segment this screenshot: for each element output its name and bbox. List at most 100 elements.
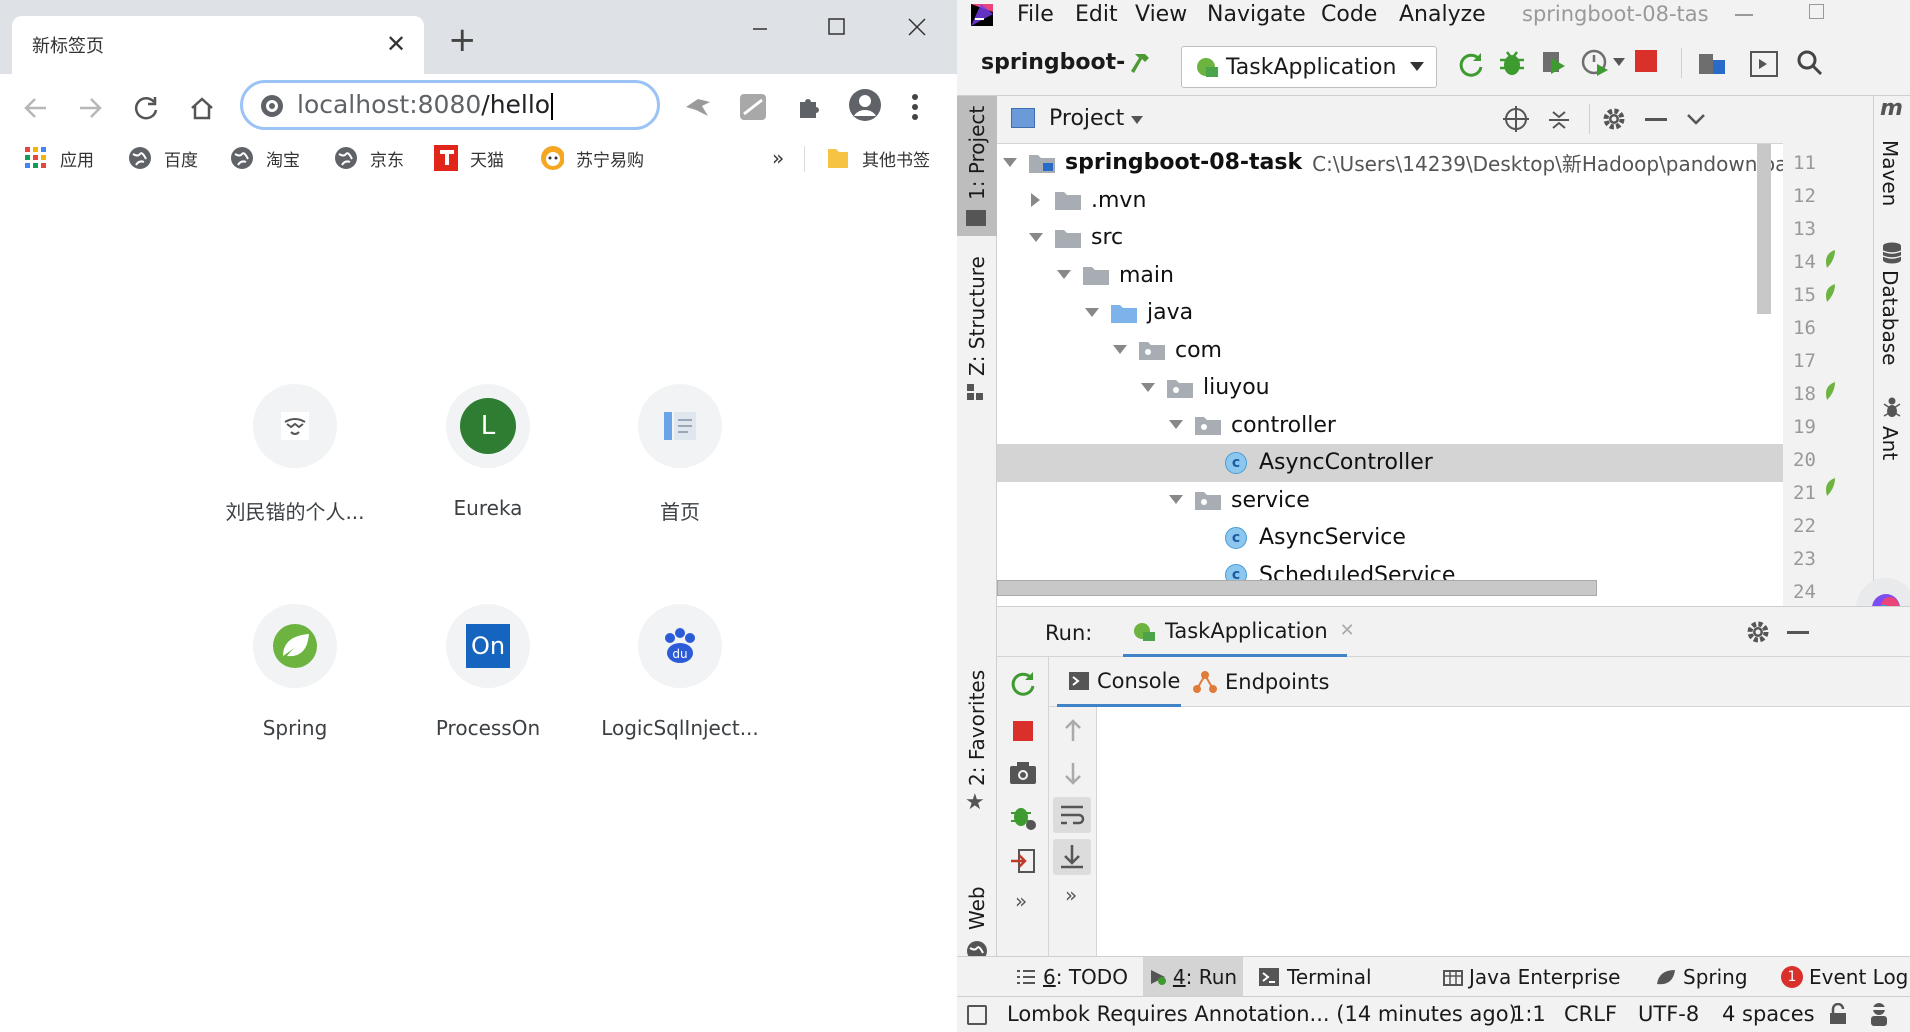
chevron-down-icon[interactable] [1131, 116, 1143, 124]
bookmark-baidu[interactable]: 百度 [128, 138, 198, 178]
minimize-icon[interactable] [745, 14, 775, 44]
tree-item-folder[interactable]: src [997, 219, 1783, 257]
close-tab-icon[interactable]: ✕ [386, 30, 406, 58]
shortcut-tile[interactable]: 首页 [585, 384, 775, 564]
scroll-to-end-icon[interactable] [1053, 839, 1091, 875]
arrow-down-icon[interactable] [1063, 761, 1083, 785]
browser-tab[interactable]: 新标签页 ✕ [12, 16, 424, 74]
tree-item-package[interactable]: com [997, 332, 1783, 370]
minimize-panel-icon[interactable] [1645, 118, 1667, 121]
menu-edit[interactable]: Edit [1075, 2, 1118, 27]
tree-item-package[interactable]: liuyou [997, 369, 1783, 407]
vertical-scrollbar[interactable] [1757, 144, 1771, 314]
minimize-panel-icon[interactable] [1787, 631, 1809, 634]
project-tool-tab[interactable]: 1: Project [957, 96, 997, 236]
spring-bean-gutter-icon[interactable] [1823, 478, 1835, 496]
stop-icon[interactable] [1013, 721, 1033, 741]
run-tab[interactable]: TaskApplication ✕ [1123, 607, 1355, 657]
site-info-icon[interactable] [259, 93, 285, 119]
menu-file[interactable]: File [1017, 2, 1054, 27]
database-tab[interactable]: Database [1878, 270, 1902, 365]
profile-run-icon[interactable] [1581, 48, 1611, 78]
search-icon[interactable] [1795, 48, 1825, 78]
spring-bean-gutter-icon[interactable] [1823, 284, 1835, 302]
tab-terminal[interactable]: Terminal [1259, 957, 1372, 997]
locate-icon[interactable] [1503, 106, 1529, 132]
status-message[interactable]: Lombok Requires Annotation... (14 minute… [1007, 1002, 1517, 1026]
tab-console[interactable]: Console [1057, 657, 1181, 707]
tree-item-class-selected[interactable]: c AsyncController [997, 444, 1783, 482]
minimize-icon[interactable] [1735, 14, 1753, 16]
tab-event-log[interactable]: 1 Event Log [1781, 957, 1908, 997]
home-icon[interactable] [184, 90, 220, 126]
inspector-icon[interactable] [1867, 1001, 1891, 1027]
bird-extension-icon[interactable] [683, 92, 713, 122]
rerun-icon[interactable] [1457, 50, 1485, 78]
bookmark-taobao[interactable]: 淘宝 [230, 138, 300, 178]
toggle-tool-windows-icon[interactable] [967, 1005, 987, 1025]
favorites-tool-tab[interactable]: 2: Favorites ★ [957, 670, 997, 815]
horizontal-scrollbar[interactable] [997, 580, 1597, 596]
more-bookmarks-icon[interactable]: » [772, 138, 784, 178]
menu-kebab-icon[interactable] [910, 92, 920, 122]
tree-item-class[interactable]: c AsyncService [997, 519, 1783, 557]
close-tab-icon[interactable]: ✕ [1340, 620, 1355, 641]
tree-item-package[interactable]: service [997, 482, 1783, 520]
menu-code[interactable]: Code [1321, 2, 1377, 27]
maximize-icon[interactable] [822, 12, 852, 42]
run-anything-icon[interactable] [1749, 50, 1779, 78]
shortcut-tile[interactable]: On ProcessOn [393, 604, 583, 784]
chevron-down-icon[interactable] [1687, 114, 1705, 126]
shortcut-tile[interactable]: du LogicSqlInject... [585, 604, 775, 784]
tab-spring[interactable]: Spring [1655, 957, 1748, 997]
back-icon[interactable] [18, 90, 54, 126]
gear-icon[interactable] [1745, 619, 1771, 645]
debug-settings-icon[interactable] [1009, 803, 1037, 831]
run-config-select[interactable]: TaskApplication [1181, 46, 1437, 88]
arrow-up-icon[interactable] [1063, 719, 1083, 743]
exit-icon[interactable] [1009, 847, 1037, 875]
other-bookmarks[interactable]: 其他书签 [826, 138, 930, 178]
caret-position[interactable]: 1:1 [1512, 1002, 1546, 1026]
spring-bean-gutter-icon[interactable] [1823, 382, 1835, 400]
tree-item-source-root[interactable]: java [997, 294, 1783, 332]
tree-item-folder[interactable]: .mvn [997, 182, 1783, 220]
project-structure-icon[interactable] [1697, 50, 1727, 78]
shortcut-tile[interactable]: Spring [200, 604, 390, 784]
file-encoding[interactable]: UTF-8 [1638, 1002, 1699, 1026]
bookmark-jd[interactable]: 京东 [334, 138, 404, 178]
rerun-icon[interactable] [1009, 669, 1037, 697]
line-separator[interactable]: CRLF [1564, 1002, 1617, 1026]
console-output[interactable] [1097, 707, 1910, 957]
soft-wrap-icon[interactable] [1053, 797, 1091, 833]
menu-analyze[interactable]: Analyze [1399, 2, 1486, 27]
bookmark-apps[interactable]: 应用 [24, 138, 94, 178]
menu-view[interactable]: View [1135, 2, 1187, 27]
build-hammer-icon[interactable] [1129, 48, 1159, 78]
chevron-down-icon[interactable] [1613, 58, 1625, 66]
tab-endpoints[interactable]: Endpoints [1193, 657, 1329, 707]
structure-tool-tab[interactable]: Z: Structure [957, 256, 997, 406]
tab-run[interactable]: 4: Run [1143, 957, 1243, 997]
spring-bean-gutter-icon[interactable] [1823, 250, 1835, 268]
bookmark-suning[interactable]: 苏宁易购 [540, 138, 644, 178]
gear-icon[interactable] [1601, 106, 1627, 132]
close-window-icon[interactable] [902, 12, 932, 42]
project-view-select[interactable]: Project [1049, 106, 1124, 131]
tab-java-enterprise[interactable]: Java Enterprise [1443, 957, 1620, 997]
debug-bug-icon[interactable] [1497, 48, 1527, 78]
coverage-icon[interactable] [1539, 48, 1569, 78]
menu-navigate[interactable]: Navigate [1207, 2, 1306, 27]
tab-todo[interactable]: 6: TODO [1017, 957, 1128, 997]
collapse-all-icon[interactable] [1547, 108, 1571, 132]
shortcut-tile[interactable]: L Eureka [393, 384, 583, 564]
maximize-icon[interactable] [1809, 4, 1824, 19]
ant-tab[interactable]: Ant [1878, 426, 1902, 460]
tree-item-package[interactable]: controller [997, 407, 1783, 445]
more-icon[interactable]: » [1065, 883, 1077, 907]
bookmark-tmall[interactable]: 天猫 [434, 138, 504, 178]
indent-setting[interactable]: 4 spaces [1722, 1002, 1815, 1026]
more-icon[interactable]: » [1015, 889, 1027, 913]
lock-icon[interactable] [1827, 1003, 1849, 1025]
url-text[interactable]: localhost:8080/hello [297, 90, 554, 120]
